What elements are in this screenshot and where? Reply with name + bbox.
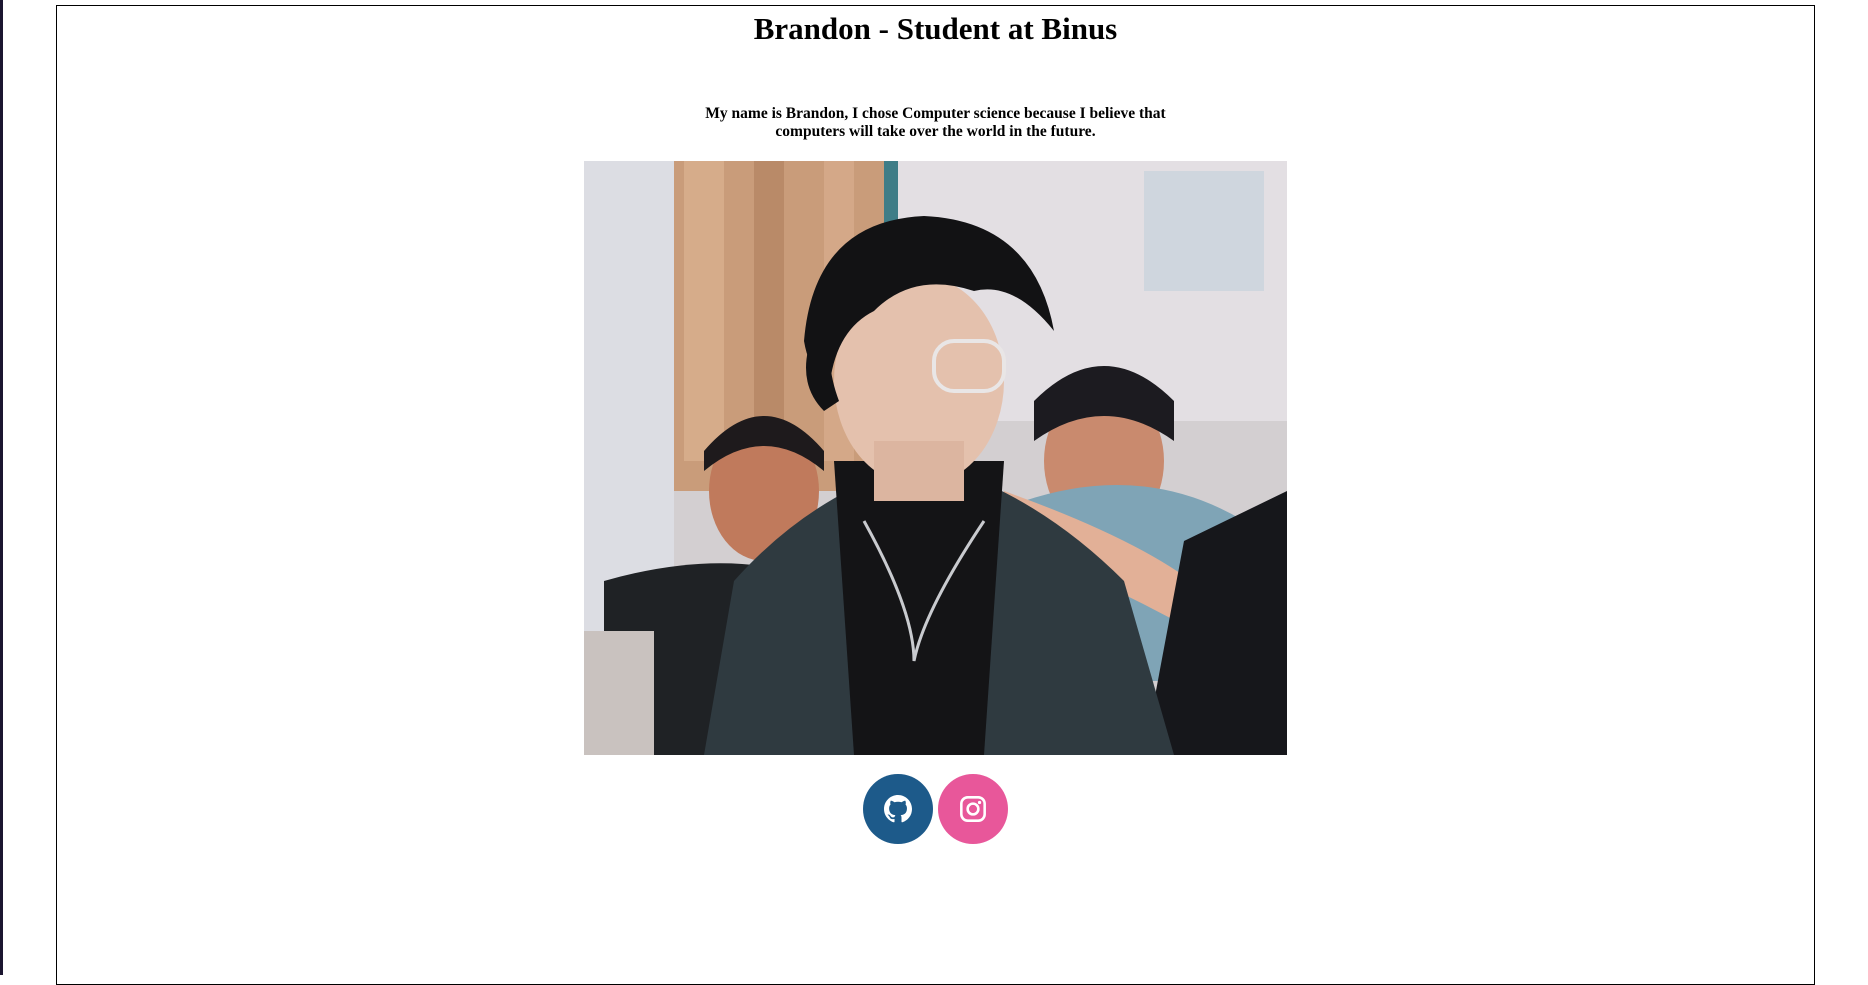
profile-photo bbox=[584, 161, 1287, 755]
intro-line: computers will take over the world in th… bbox=[775, 123, 1096, 140]
social-links bbox=[863, 774, 1008, 844]
github-button[interactable] bbox=[863, 774, 933, 844]
page-title: Brandon - Student at Binus bbox=[753, 11, 1118, 46]
window-edge bbox=[0, 0, 3, 975]
page-container: Brandon - Student at Binus My name is Br… bbox=[56, 5, 1815, 985]
intro-text: My name is Brandon, I chose Computer sci… bbox=[57, 105, 1814, 141]
intro-line: My name is Brandon, I chose Computer sci… bbox=[705, 105, 1166, 122]
instagram-icon bbox=[960, 796, 986, 822]
github-icon bbox=[884, 795, 912, 823]
instagram-button[interactable] bbox=[938, 774, 1008, 844]
